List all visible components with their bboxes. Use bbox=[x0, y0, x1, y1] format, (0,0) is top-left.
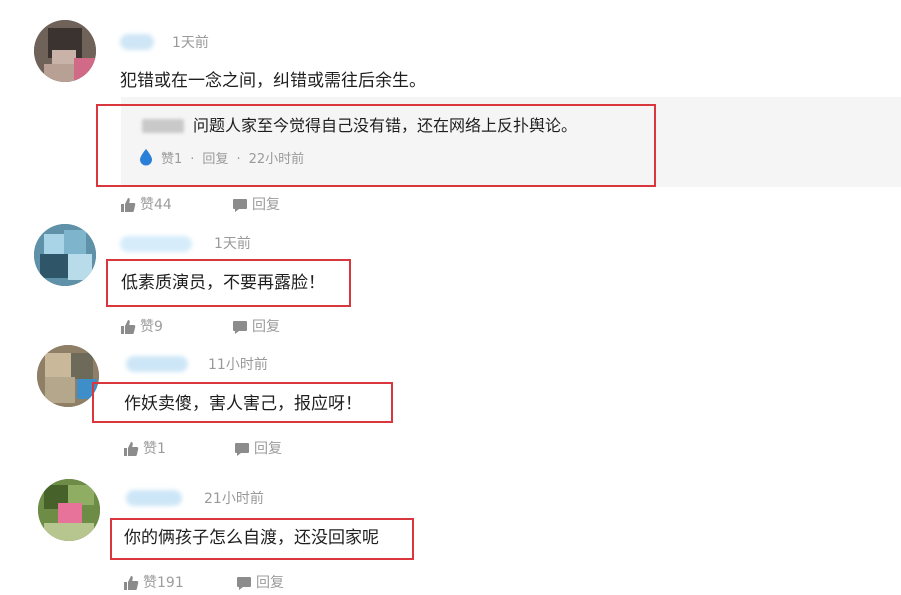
avatar[interactable] bbox=[34, 20, 96, 82]
thumbs-up-icon bbox=[121, 320, 136, 334]
like-count: 赞1 bbox=[143, 441, 166, 457]
reply-label: 回复 bbox=[252, 319, 280, 335]
like-button[interactable]: 赞9 bbox=[120, 318, 163, 336]
like-button[interactable]: 赞1 bbox=[123, 440, 166, 458]
reply-button[interactable]: 回复 bbox=[236, 574, 284, 592]
comment-time: 1天前 bbox=[214, 236, 251, 252]
reply-label: 回复 bbox=[256, 575, 284, 591]
username[interactable] bbox=[126, 356, 188, 372]
highlight-box bbox=[110, 518, 414, 560]
highlight-box bbox=[92, 382, 393, 423]
reply-label: 回复 bbox=[252, 197, 280, 213]
reply-label: 回复 bbox=[254, 441, 282, 457]
comment-bubble-icon bbox=[237, 577, 251, 590]
avatar[interactable] bbox=[37, 345, 99, 407]
username[interactable] bbox=[120, 34, 154, 50]
like-button[interactable]: 赞191 bbox=[123, 574, 184, 592]
comment-time: 11小时前 bbox=[208, 357, 268, 373]
highlight-box bbox=[106, 259, 351, 307]
comment-time: 1天前 bbox=[172, 35, 209, 51]
username[interactable] bbox=[120, 236, 192, 252]
highlight-box bbox=[96, 104, 656, 187]
like-button[interactable]: 赞44 bbox=[120, 196, 172, 214]
comment-time: 21小时前 bbox=[204, 491, 264, 507]
thumbs-up-icon bbox=[121, 198, 136, 212]
comment-bubble-icon bbox=[233, 321, 247, 334]
comment-text: 犯错或在一念之间，纠错或需往后余生。 bbox=[120, 71, 426, 91]
comment-bubble-icon bbox=[233, 199, 247, 212]
avatar[interactable] bbox=[34, 224, 96, 286]
reply-button[interactable]: 回复 bbox=[234, 440, 282, 458]
comment-bubble-icon bbox=[235, 443, 249, 456]
thumbs-up-icon bbox=[124, 576, 139, 590]
like-count: 赞191 bbox=[143, 575, 184, 591]
like-count: 赞9 bbox=[140, 319, 163, 335]
avatar[interactable] bbox=[38, 479, 100, 541]
username[interactable] bbox=[126, 490, 182, 506]
thumbs-up-icon bbox=[124, 442, 139, 456]
like-count: 赞44 bbox=[140, 197, 172, 213]
reply-button[interactable]: 回复 bbox=[232, 318, 280, 336]
reply-button[interactable]: 回复 bbox=[232, 196, 280, 214]
